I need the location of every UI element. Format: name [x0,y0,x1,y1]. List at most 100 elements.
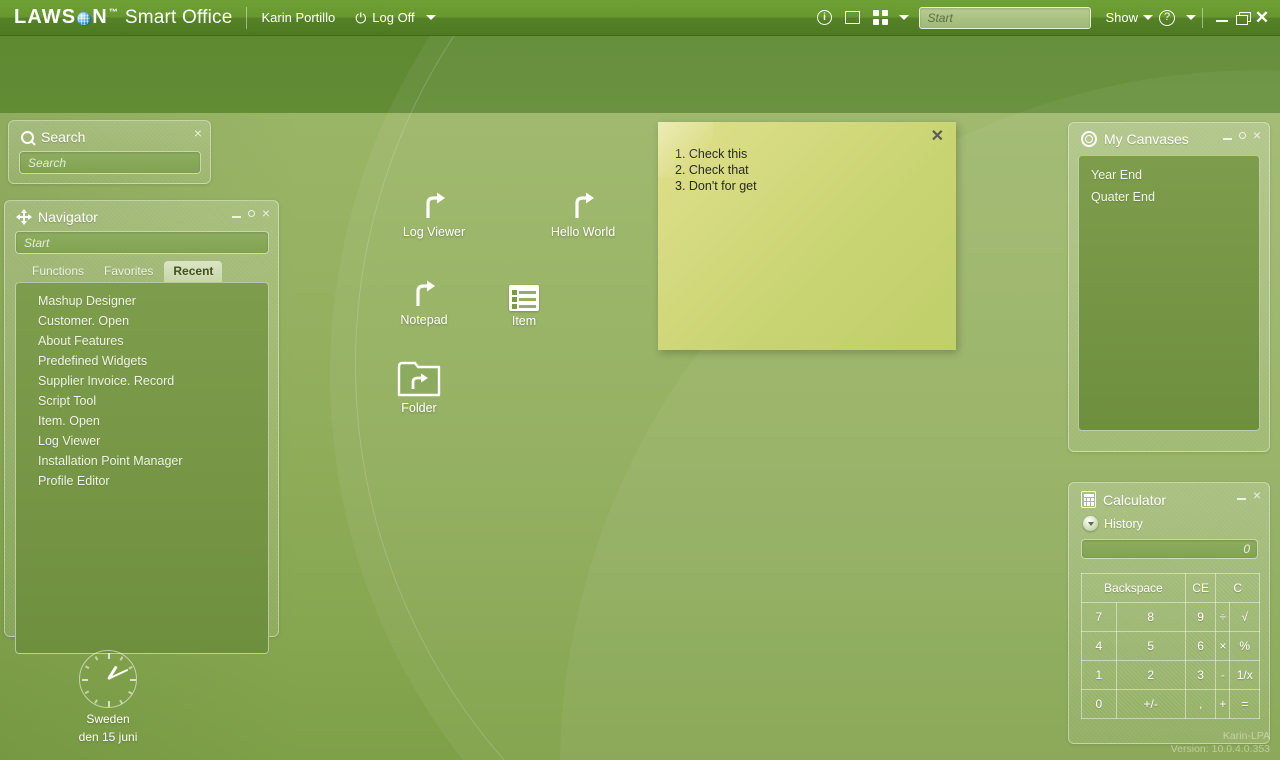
calculator-key-8[interactable]: 8 [1115,602,1186,632]
navigator-recent-list[interactable]: Mashup Designer Customer. Open About Fea… [15,282,269,654]
list-item[interactable]: Log Viewer [16,431,268,451]
user-name-label: Karin Portillo [261,10,336,25]
calculator-keypad: Backspace CE C 7 8 9 ÷ √ 4 5 6 × % 1 2 3… [1081,573,1260,719]
calculator-minimize-button[interactable] [1236,498,1246,500]
desktop-icon-label: Notepad [400,313,448,327]
log-off-label: Log Off [372,10,415,25]
list-item[interactable]: Item. Open [16,411,268,431]
calculator-key-5[interactable]: 5 [1115,631,1186,661]
my-canvases-widget: My Canvases × Year End Quater End [1068,122,1270,452]
grid-view-button[interactable] [866,5,894,31]
help-button[interactable]: ? [1153,5,1181,31]
canvases-close-button[interactable]: × [1253,128,1261,142]
brand-logo-text: LAWS N ™ [14,6,119,29]
calculator-key-0[interactable]: 0 [1081,689,1117,719]
calculator-key-6[interactable]: 6 [1184,631,1217,661]
search-input-placeholder: Search [28,155,67,170]
calculator-key-row: 0 +/- , + = [1081,689,1260,719]
list-item[interactable]: About Features [16,331,268,351]
list-item[interactable]: Supplier Invoice. Record [16,371,268,391]
calculator-key-ce[interactable]: CE [1184,573,1217,603]
calculator-key-4[interactable]: 4 [1081,631,1117,661]
calculator-key-percent[interactable]: % [1229,631,1260,661]
calculator-close-button[interactable]: × [1253,488,1261,502]
trademark-symbol: ™ [108,6,119,17]
start-search-placeholder: Start [927,10,953,25]
tab-favorites[interactable]: Favorites [95,261,162,282]
clock-widget[interactable]: Sweden den 15 juni [63,650,153,744]
show-chevron-down-icon[interactable] [1143,15,1153,20]
calculator-key-multiply[interactable]: × [1215,631,1231,661]
calculator-history-label: History [1104,516,1143,531]
calculator-key-divide[interactable]: ÷ [1215,602,1231,632]
calculator-key-1[interactable]: 1 [1081,660,1117,690]
product-name: Smart Office [124,7,233,28]
calculator-display[interactable]: 0 [1081,539,1258,559]
chevron-down-icon[interactable] [425,15,436,20]
start-search-input[interactable]: Start [919,6,1092,29]
close-icon: ✕ [1254,8,1270,27]
calculator-key-3[interactable]: 3 [1184,660,1217,690]
calculator-key-minus[interactable]: - [1215,660,1231,690]
desktop-icon-label: Folder [401,401,437,415]
calculator-key-plusminus[interactable]: +/- [1115,689,1186,719]
info-button[interactable]: i [810,5,838,31]
list-item[interactable]: Mashup Designer [16,291,268,311]
calculator-display-value: 0 [1243,542,1250,556]
desktop-icon-item[interactable]: Item [481,285,567,328]
list-item[interactable]: Year End [1079,164,1259,186]
canvases-restore-button[interactable] [1238,131,1246,139]
calculator-key-2[interactable]: 2 [1115,660,1186,690]
calculator-key-decimal[interactable]: , [1184,689,1217,719]
calculator-history-toggle[interactable]: History [1069,512,1269,531]
folder-shortcut-icon [396,358,442,398]
shortcut-arrow-icon [567,190,599,222]
calculator-key-reciprocal[interactable]: 1/x [1229,660,1260,690]
list-item[interactable]: Script Tool [16,391,268,411]
restore-button[interactable] [1232,8,1252,28]
list-item[interactable]: Predefined Widgets [16,351,268,371]
navigator-restore-button[interactable] [247,209,255,217]
sticky-note-content[interactable]: 1. Check this 2. Check that 3. Don't for… [658,122,956,194]
sticky-note-close-button[interactable]: ✕ [931,126,944,146]
show-menu-label[interactable]: Show [1105,10,1138,25]
desktop-icon-log-viewer[interactable]: Log Viewer [391,190,477,239]
calculator-key-equals[interactable]: = [1229,689,1260,719]
minimize-button[interactable] [1212,8,1232,28]
desktop-icon-notepad[interactable]: Notepad [381,278,467,327]
help-chevron-down-icon[interactable] [1186,15,1196,20]
list-item[interactable]: Quater End [1079,186,1259,208]
calculator-key-9[interactable]: 9 [1184,602,1217,632]
navigator-search-input[interactable]: Start [15,231,269,254]
tab-recent[interactable]: Recent [164,261,223,282]
search-input[interactable]: Search [19,151,201,174]
window-view-button[interactable] [838,5,866,31]
clock-date-label: den 15 juni [78,730,138,744]
search-widget: Search × Search [8,120,211,184]
calculator-key-c[interactable]: C [1215,573,1260,603]
desktop-icon-hello-world[interactable]: Hello World [540,190,626,239]
calculator-key-plus[interactable]: + [1215,689,1231,719]
navigator-minimize-button[interactable] [231,216,241,218]
calculator-key-backspace[interactable]: Backspace [1081,573,1186,603]
list-item[interactable]: Customer. Open [16,311,268,331]
note-line: 2. Check that [675,163,749,177]
search-widget-close-button[interactable]: × [194,126,202,140]
grid-chevron-down-icon[interactable] [899,15,910,20]
log-off-button[interactable]: ⏻ Log Off [355,10,436,25]
calculator-widget: Calculator × History 0 Backspace CE C 7 … [1068,482,1270,744]
calculator-key-7[interactable]: 7 [1081,602,1117,632]
tab-functions[interactable]: Functions [23,261,93,282]
close-button[interactable]: ✕ [1252,8,1272,28]
calculator-key-sqrt[interactable]: √ [1229,602,1260,632]
list-item[interactable]: Profile Editor [16,471,268,491]
navigator-tabs: Functions Favorites Recent [15,261,269,282]
canvases-minimize-button[interactable] [1222,138,1232,140]
navigator-close-button[interactable]: × [262,206,270,220]
profile-label: Karin-LPA [1222,730,1270,742]
list-item[interactable]: Installation Point Manager [16,451,268,471]
desktop-icon-folder[interactable]: Folder [376,358,462,415]
topbar-divider [246,6,248,29]
my-canvases-list[interactable]: Year End Quater End [1078,155,1260,431]
sticky-note-widget[interactable]: ✕ 1. Check this 2. Check that 3. Don't f… [658,122,956,350]
